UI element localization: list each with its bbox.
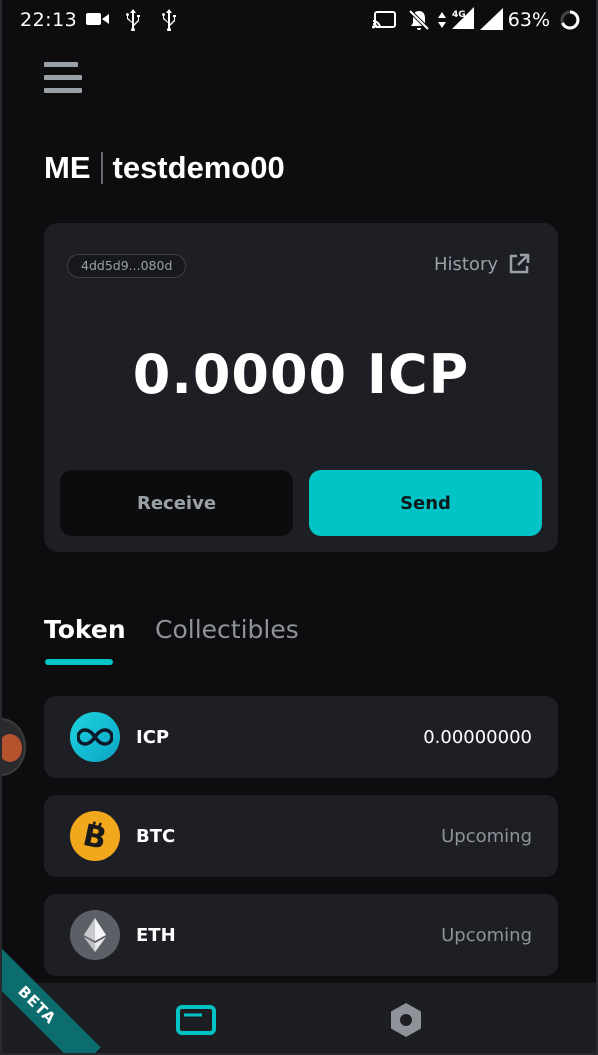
signal-icon: [480, 8, 503, 30]
cast-icon: [372, 11, 396, 29]
menu-line: [44, 62, 78, 67]
title-divider: [100, 152, 103, 184]
menu-line: [44, 88, 82, 93]
address-chip[interactable]: 4dd5d9...080d: [67, 254, 187, 278]
token-row-eth[interactable]: ETH Upcoming: [44, 894, 558, 976]
history-link[interactable]: History: [434, 253, 530, 275]
token-symbol: ICP: [136, 726, 170, 748]
video-icon: [86, 13, 109, 25]
page-title: ME testdemo00: [44, 148, 285, 188]
usb-icon: [162, 9, 176, 31]
data-arrows-icon: [438, 12, 446, 28]
menu-line: [44, 75, 82, 80]
icp-infinity-icon: [70, 712, 120, 762]
brand-label: ME: [44, 150, 91, 185]
notifications-off-icon: [408, 9, 430, 31]
token-row-icp[interactable]: ICP 0.00000000: [44, 696, 558, 778]
token-balance: 0.00000000: [423, 726, 532, 748]
nav-settings-button[interactable]: [384, 1001, 428, 1039]
send-button[interactable]: Send: [309, 470, 542, 536]
nav-wallet-button[interactable]: [174, 1001, 218, 1039]
history-label: History: [433, 253, 498, 275]
status-time: 22:13: [20, 9, 78, 31]
username-label: testdemo00: [112, 150, 285, 185]
token-status: Upcoming: [441, 825, 532, 847]
battery-percent: 63%: [507, 9, 550, 31]
svg-text:4G: 4G: [452, 10, 466, 20]
bitcoin-icon: B: [70, 811, 120, 861]
tab-collectibles[interactable]: Collectibles: [155, 615, 299, 644]
usb-icon: [126, 9, 140, 31]
tab-token[interactable]: Token: [44, 615, 126, 644]
floating-assistant-button[interactable]: [2, 718, 26, 776]
token-symbol: ETH: [136, 924, 176, 946]
ethereum-icon: [70, 910, 120, 960]
token-row-btc[interactable]: B BTC Upcoming: [44, 795, 558, 877]
balance-card: 4dd5d9...080d History 0.0000 ICP Receive…: [44, 223, 558, 552]
signal-4g-icon: 4G: [452, 7, 474, 29]
token-status: Upcoming: [441, 924, 532, 946]
external-link-icon: [509, 253, 530, 274]
hexagon-settings-icon: [391, 1003, 421, 1037]
battery-ring-icon: [560, 10, 580, 30]
status-bar: 22:13 4G 63%: [2, 0, 596, 40]
token-symbol: BTC: [136, 825, 176, 847]
menu-button[interactable]: [44, 62, 82, 100]
receive-button[interactable]: Receive: [60, 470, 293, 536]
balance-amount: 0.0000 ICP: [132, 343, 470, 406]
active-tab-indicator: [45, 659, 113, 665]
app-screen: 22:13 4G 63% ME testdemo00 4dd5d9...080d…: [0, 0, 598, 1055]
wallet-icon: [176, 1005, 216, 1035]
